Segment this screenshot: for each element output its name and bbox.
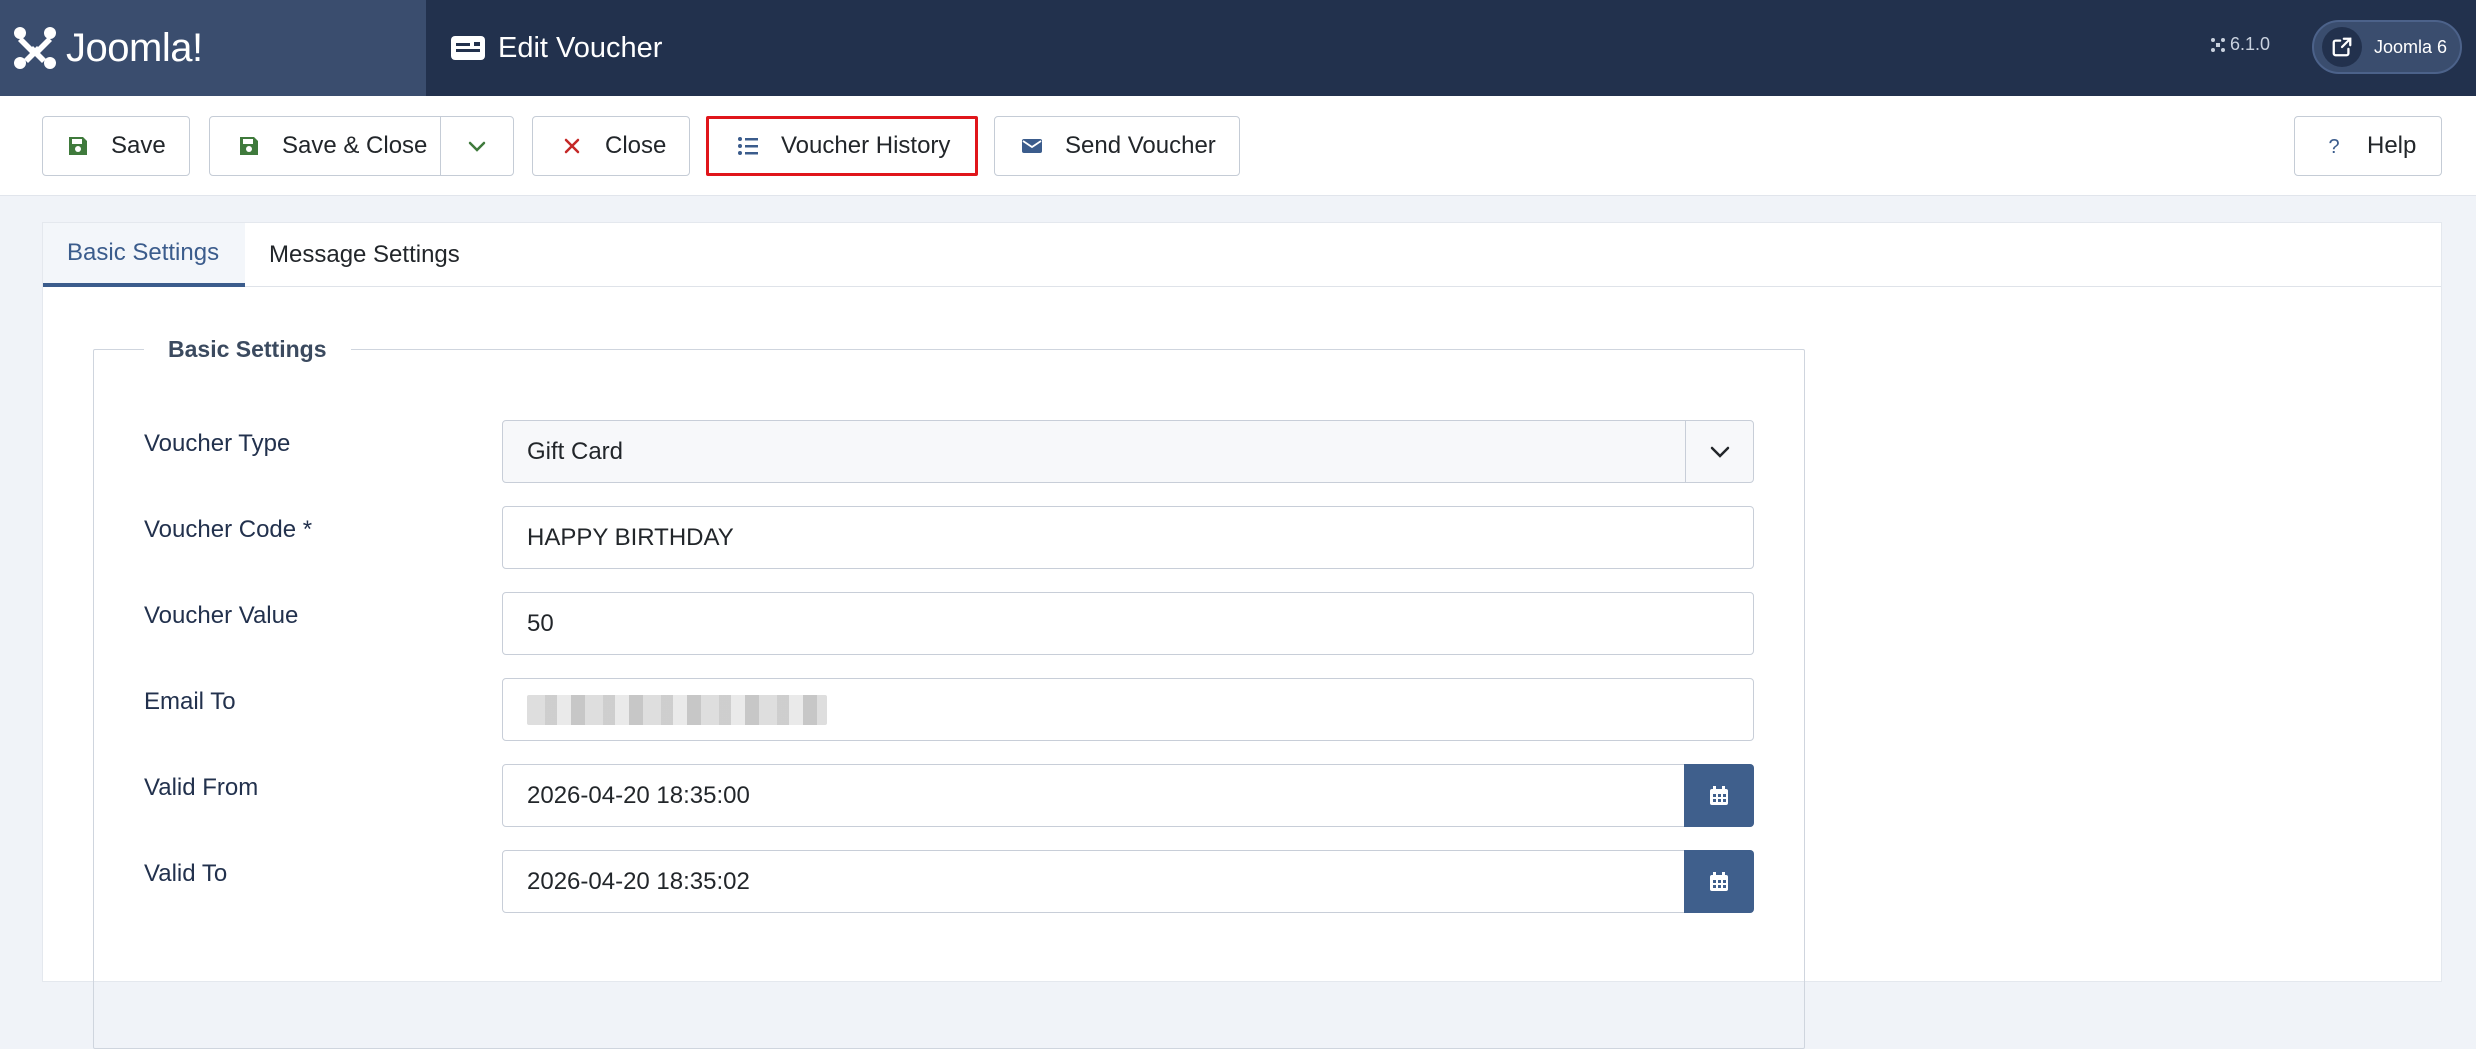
voucher-type-row: Voucher Type Gift Card [94,420,1806,484]
redacted-email [527,694,827,725]
voucher-type-value: Gift Card [527,437,624,465]
tab-message-settings[interactable]: Message Settings [245,223,484,287]
question-mark-icon: ? [2328,136,2339,157]
tab-bar: Basic Settings Message Settings [43,223,2441,287]
close-label: Close [605,132,667,159]
voucher-code-input[interactable]: HAPPY BIRTHDAY [502,506,1754,569]
site-name: Joomla 6 [2374,36,2448,57]
help-button[interactable]: ? Help [2294,116,2442,176]
voucher-value-label: Voucher Value [144,602,299,629]
select-caret [1685,421,1753,482]
voucher-code-value: HAPPY BIRTHDAY [527,523,734,551]
brand-text: Joomla! [66,25,203,70]
edit-form-card: Basic Settings Message Settings Basic Se… [42,222,2442,1049]
email-to-input[interactable] [502,678,1754,741]
valid-to-row: Valid To 2026-04-20 18:35:02 [94,850,1806,914]
page-title: Edit Voucher [498,31,663,64]
voucher-history-label: Voucher History [781,132,951,159]
save-close-label: Save & Close [282,132,428,159]
view-site-button[interactable]: Joomla 6 [2312,20,2462,74]
page-title-area: Edit Voucher [450,32,662,65]
close-button[interactable]: Close [532,116,690,176]
fieldset-legend: Basic Settings [144,336,351,363]
valid-to-value: 2026-04-20 18:35:02 [527,867,750,895]
voucher-value-row: Voucher Value 50 [94,592,1806,656]
valid-to-calendar-button[interactable] [1684,850,1754,913]
valid-to-label: Valid To [144,860,228,887]
voucher-type-select[interactable]: Gift Card [502,420,1754,483]
list-icon [738,137,758,155]
version-number: 6.1.0 [2230,34,2271,54]
joomla-logo-icon [14,27,56,69]
help-label: Help [2367,132,2417,159]
voucher-type-label: Voucher Type [144,430,291,457]
voucher-code-label: Voucher Code * [144,516,313,543]
voucher-history-button[interactable]: Voucher History [706,116,978,176]
chevron-down-icon [1710,446,1729,458]
save-options-dropdown-button[interactable] [440,116,514,176]
calendar-icon [1710,871,1728,891]
calendar-icon [1710,785,1728,805]
valid-from-value: 2026-04-20 18:35:00 [527,781,750,809]
voucher-value-value: 50 [527,609,554,637]
joomla-logo[interactable]: Joomla! [0,0,426,96]
valid-from-input[interactable]: 2026-04-20 18:35:00 [502,764,1754,827]
close-icon [564,138,580,154]
top-header: Joomla! Edit Voucher 6.1.0 Joomla 6 [0,0,2476,96]
send-voucher-label: Send Voucher [1065,132,1216,159]
valid-from-label: Valid From [144,774,259,801]
save-button[interactable]: Save [42,116,190,176]
email-to-label: Email To [144,688,236,715]
voucher-code-row: Voucher Code * HAPPY BIRTHDAY [94,506,1806,570]
basic-settings-fieldset: Basic Settings Voucher Type Gift Card Vo… [93,336,1806,1049]
valid-to-input[interactable]: 2026-04-20 18:35:02 [502,850,1754,913]
send-voucher-button[interactable]: Send Voucher [994,116,1240,176]
chevron-down-icon [468,141,486,152]
voucher-value-input[interactable]: 50 [502,592,1754,655]
save-label: Save [111,132,166,159]
valid-from-calendar-button[interactable] [1684,764,1754,827]
floppy-disk-icon [69,137,87,155]
external-link-icon [2322,27,2362,67]
email-to-row: Email To [94,678,1806,742]
valid-from-row: Valid From 2026-04-20 18:35:00 [94,764,1806,828]
svg-text:?: ? [2328,136,2339,157]
tab-basic-settings[interactable]: Basic Settings [43,223,245,287]
voucher-card-icon [451,36,485,60]
version-info: 6.1.0 [2210,34,2270,55]
joomla-small-icon [2211,37,2225,52]
envelope-icon [1022,139,1042,153]
floppy-disk-icon [240,137,258,155]
toolbar: Save Save & Close Close Voucher History … [0,96,2476,196]
save-close-button[interactable]: Save & Close [209,116,441,176]
